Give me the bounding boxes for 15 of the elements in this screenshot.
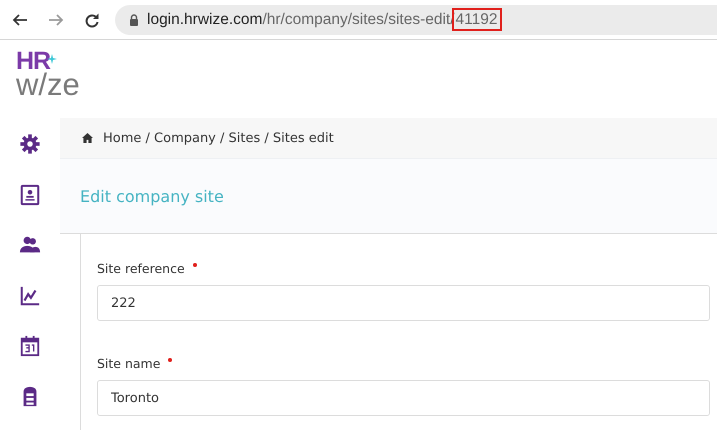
reload-icon[interactable]: [84, 12, 100, 28]
breadcrumb-text: Home / Company / Sites / Sites edit: [103, 130, 334, 146]
field-label: Site name: [97, 356, 160, 371]
contact-card-icon[interactable]: [19, 184, 41, 206]
page-title: Edit company site: [80, 186, 224, 206]
logo: HR w/ze: [16, 50, 81, 98]
gear-icon[interactable]: [19, 133, 41, 155]
calendar-icon[interactable]: [19, 335, 41, 357]
home-icon[interactable]: [82, 133, 93, 143]
text-field[interactable]: 222: [97, 285, 710, 321]
text-field[interactable]: Toronto: [97, 380, 710, 416]
lock-icon: [129, 14, 139, 26]
line-chart-icon[interactable]: [19, 284, 41, 306]
field-label: Site reference: [97, 261, 185, 276]
back-arrow-icon[interactable]: [12, 12, 28, 28]
